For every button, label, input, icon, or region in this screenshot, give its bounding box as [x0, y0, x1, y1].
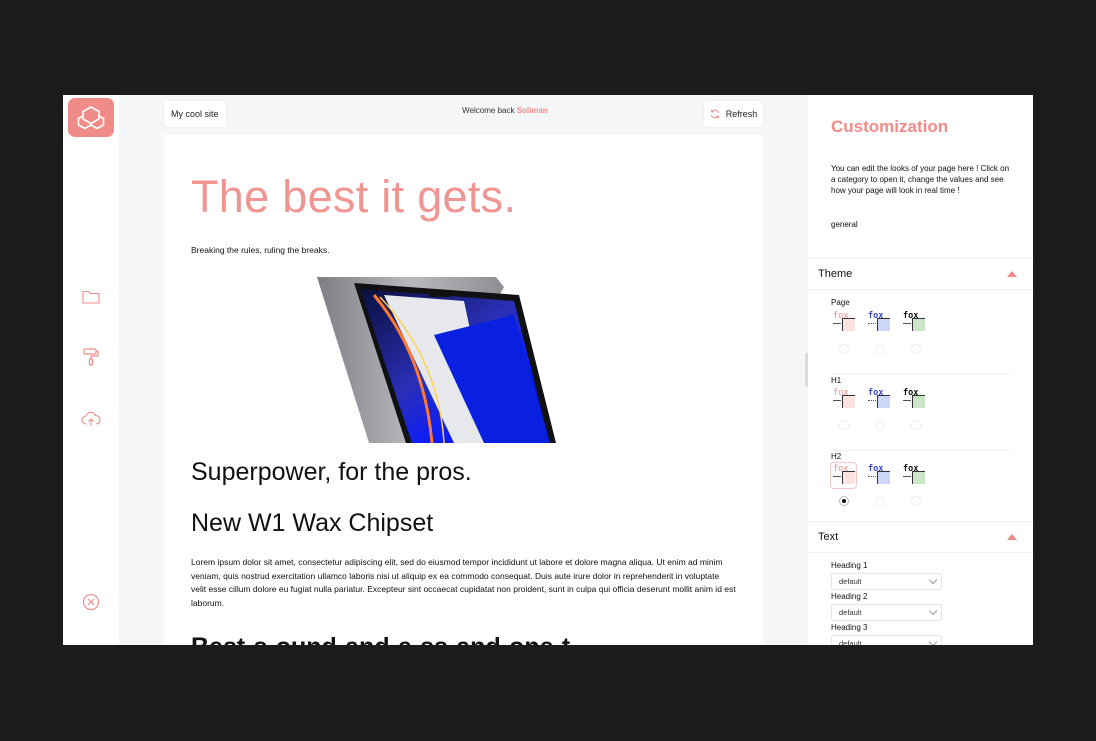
hero-subtitle: Breaking the rules, ruling the breaks.	[191, 245, 330, 255]
swatch-box	[877, 318, 890, 331]
cloud-upload-button[interactable]	[79, 407, 103, 431]
refresh-label: Refresh	[725, 109, 758, 119]
paint-roller-button[interactable]	[79, 345, 103, 369]
swatch-radio[interactable]	[839, 420, 849, 430]
refresh-icon	[710, 109, 719, 119]
paint-roller-icon	[83, 348, 99, 366]
swatch-option[interactable]: fox	[901, 310, 926, 335]
swatch-line	[903, 476, 911, 477]
refresh-button[interactable]: Refresh	[704, 101, 763, 127]
swatch-line	[833, 476, 841, 477]
heading-2-value: default	[839, 608, 862, 617]
theme-section-header[interactable]: Theme	[808, 258, 1033, 290]
swatch-radio[interactable]	[911, 420, 921, 430]
swatch-line	[833, 323, 841, 324]
swatch-radio[interactable]	[911, 496, 921, 506]
logo-cubes-icon	[77, 105, 105, 129]
swatch-radio-row	[839, 420, 921, 430]
theme-group-label: H1	[831, 376, 842, 385]
swatch-option[interactable]: fox	[866, 463, 891, 488]
page-preview: The best it gets. Breaking the rules, ru…	[164, 135, 763, 645]
collapse-caret-icon	[1007, 271, 1017, 277]
heading-3-select[interactable]: default	[831, 635, 942, 645]
user-name: Soliman	[516, 106, 548, 115]
collapse-caret-icon	[1007, 534, 1017, 540]
swatch-box	[912, 471, 925, 484]
swatch-box	[912, 395, 925, 408]
folder-icon	[82, 290, 100, 304]
divider	[831, 373, 1011, 374]
swatch-box	[842, 395, 855, 408]
swatch-radio[interactable]	[875, 420, 885, 430]
folder-button[interactable]	[79, 284, 103, 308]
customization-panel: Customization You can edit the looks of …	[808, 95, 1033, 645]
heading-2-select[interactable]: default	[831, 604, 942, 621]
laptop-image	[317, 277, 556, 444]
swatch-line	[903, 323, 911, 324]
chevron-down-icon	[928, 606, 938, 616]
swatch-radio-row	[839, 344, 921, 354]
swatch-box	[877, 471, 890, 484]
swatch-option[interactable]: fox	[901, 463, 926, 488]
swatch-option-selected[interactable]: fox	[831, 463, 856, 488]
close-circle-icon	[82, 593, 100, 611]
swatch-radio[interactable]	[875, 496, 885, 506]
swatch-line	[868, 323, 876, 324]
heading-chipset: New W1 Wax Chipset	[191, 509, 434, 537]
swatch-radio-row	[839, 496, 921, 506]
chevron-down-icon	[928, 575, 938, 585]
swatch-option[interactable]: fox	[866, 310, 891, 335]
text-section-header[interactable]: Text	[808, 521, 1033, 553]
body-paragraph: Lorem ipsum dolor sit amet, consectetur …	[191, 557, 736, 608]
swatch-box	[912, 318, 925, 331]
swatch-option[interactable]: fox	[831, 310, 856, 335]
welcome-message: Welcome back Soliman	[363, 106, 647, 115]
swatch-radio-selected[interactable]	[839, 496, 849, 506]
swatch-option[interactable]: fox	[831, 387, 856, 412]
swatch-line	[833, 400, 841, 401]
swatch-row: fox fox fox	[831, 310, 926, 335]
hero-title: The best it gets.	[191, 171, 517, 222]
heading-1-select[interactable]: default	[831, 573, 942, 590]
theme-section-label: Theme	[818, 268, 853, 280]
site-name-chip[interactable]: My cool site	[164, 101, 226, 127]
panel-title: Customization	[831, 117, 949, 136]
panel-description: You can edit the looks of your page here…	[831, 164, 1010, 195]
heading-3-value: default	[839, 639, 862, 645]
heading-3-label: Heading 3	[831, 623, 868, 632]
heading-1-label: Heading 1	[831, 561, 868, 570]
swatch-line	[903, 400, 911, 401]
heading-1-value: default	[839, 577, 862, 586]
swatch-radio[interactable]	[875, 344, 885, 354]
cloud-upload-icon	[81, 411, 101, 426]
chevron-down-icon	[928, 637, 938, 645]
swatch-line	[868, 400, 876, 401]
app-logo[interactable]	[68, 98, 114, 137]
heading-partial: Best-s-ound-and-e-ss-and-one-t-	[191, 633, 578, 645]
swatch-row: fox fox fox	[831, 463, 926, 488]
welcome-prefix: Welcome back	[462, 106, 517, 115]
swatch-box	[877, 395, 890, 408]
text-section-label: Text	[818, 531, 839, 543]
heading-2-label: Heading 2	[831, 592, 868, 601]
divider	[831, 450, 1011, 451]
swatch-box	[842, 471, 855, 484]
swatch-box	[842, 318, 855, 331]
swatch-option[interactable]: fox	[901, 387, 926, 412]
close-button[interactable]	[79, 590, 103, 614]
heading-superpower: Superpower, for the pros.	[191, 458, 472, 486]
theme-group-label: Page	[831, 298, 850, 307]
swatch-row: fox fox fox	[831, 387, 926, 412]
app-window: My cool site Welcome back Soliman Refres…	[63, 95, 1033, 645]
swatch-line	[868, 476, 876, 477]
left-rail	[63, 95, 119, 645]
swatch-option[interactable]: fox	[866, 387, 891, 412]
general-label: general	[831, 220, 858, 229]
theme-group-label: H2	[831, 452, 842, 461]
swatch-radio[interactable]	[911, 344, 921, 354]
swatch-radio[interactable]	[839, 344, 849, 354]
